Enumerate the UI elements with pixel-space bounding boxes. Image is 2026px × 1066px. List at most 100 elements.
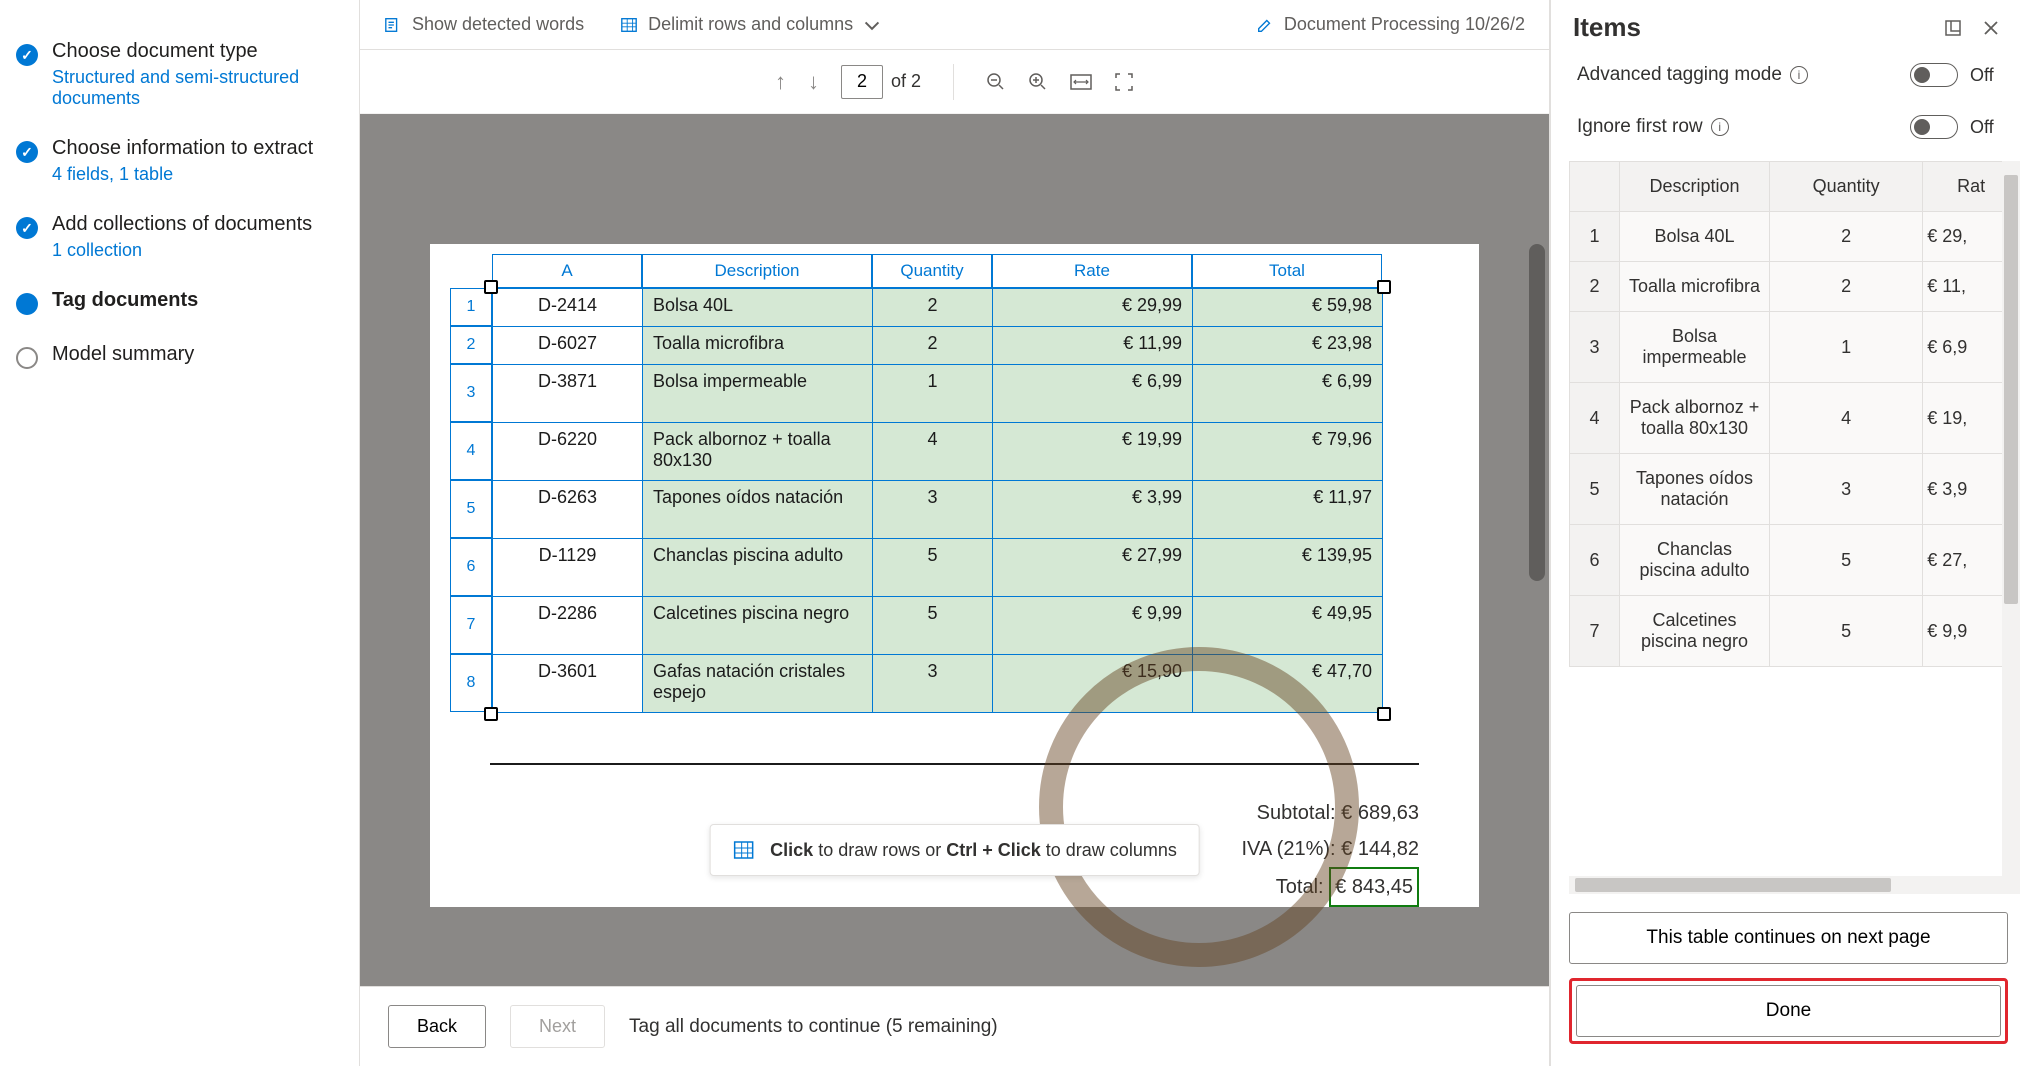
items-cell[interactable]: 5 [1770, 596, 1923, 667]
items-cell[interactable]: 5 [1770, 525, 1923, 596]
items-row[interactable]: 5Tapones oídos natación3€ 3,9 [1570, 454, 2020, 525]
table-cell[interactable]: 3 [873, 481, 993, 539]
advanced-tagging-toggle[interactable] [1910, 63, 1958, 87]
table-cell[interactable]: D-6220 [493, 423, 643, 481]
selection-handle-sw[interactable] [484, 707, 498, 721]
table-cell[interactable]: 2 [873, 327, 993, 365]
table-column-header[interactable]: Total [1192, 254, 1382, 288]
table-cell[interactable]: Toalla microfibra [643, 327, 873, 365]
table-row[interactable]: D-3871Bolsa impermeable1€ 6,99€ 6,99 [493, 365, 1383, 423]
wizard-step[interactable]: Model summary [16, 343, 339, 369]
table-cell[interactable]: € 9,99 [993, 597, 1193, 655]
info-icon[interactable]: i [1711, 118, 1729, 136]
items-cell[interactable]: 1 [1770, 312, 1923, 383]
table-cell[interactable]: € 19,99 [993, 423, 1193, 481]
items-cell[interactable]: Bolsa impermeable [1620, 312, 1770, 383]
table-cell[interactable]: D-3601 [493, 655, 643, 713]
items-column-header[interactable] [1570, 162, 1620, 212]
table-continues-button[interactable]: This table continues on next page [1569, 912, 2008, 964]
table-cell[interactable]: € 29,99 [993, 289, 1193, 327]
table-cell[interactable]: € 49,95 [1193, 597, 1383, 655]
table-row[interactable]: D-1129Chanclas piscina adulto5€ 27,99€ 1… [493, 539, 1383, 597]
table-cell[interactable]: D-2414 [493, 289, 643, 327]
fit-page-icon[interactable] [1114, 72, 1134, 92]
table-cell[interactable]: € 47,70 [1193, 655, 1383, 713]
table-column-header[interactable]: A [492, 254, 642, 288]
popout-icon[interactable] [1940, 15, 1966, 41]
zoom-in-icon[interactable] [1028, 72, 1048, 92]
table-cell[interactable]: Bolsa 40L [643, 289, 873, 327]
table-cell[interactable]: 5 [873, 539, 993, 597]
table-row[interactable]: D-3601Gafas natación cristales espejo3 € … [493, 655, 1383, 713]
items-column-header[interactable]: Quantity [1770, 162, 1923, 212]
items-cell[interactable]: 2 [1770, 262, 1923, 312]
table-row-number[interactable]: 8 [450, 654, 492, 712]
table-row-number[interactable]: 4 [450, 422, 492, 480]
items-cell[interactable]: Chanclas piscina adulto [1620, 525, 1770, 596]
items-row[interactable]: 4Pack albornoz + toalla 80x1304€ 19, [1570, 383, 2020, 454]
table-cell[interactable]: Gafas natación cristales espejo [643, 655, 873, 713]
items-cell[interactable]: Toalla microfibra [1620, 262, 1770, 312]
table-cell[interactable]: 4 [873, 423, 993, 481]
items-row[interactable]: 7Calcetines piscina negro5€ 9,9 [1570, 596, 2020, 667]
table-cell[interactable]: Pack albornoz + toalla 80x130 [643, 423, 873, 481]
table-cell[interactable]: € 11,97 [1193, 481, 1383, 539]
table-cell[interactable]: D-6027 [493, 327, 643, 365]
back-button[interactable]: Back [388, 1005, 486, 1048]
wizard-step[interactable]: Add collections of documents1 collection [16, 213, 339, 261]
items-cell[interactable]: 4 [1770, 383, 1923, 454]
selection-handle-nw[interactable] [484, 280, 498, 294]
table-cell[interactable]: 1 [873, 365, 993, 423]
table-row[interactable]: D-6027Toalla microfibra2€ 11,99€ 23,98 [493, 327, 1383, 365]
table-row[interactable]: D-6220Pack albornoz + toalla 80x1304€ 19… [493, 423, 1383, 481]
wizard-step[interactable]: Tag documents [16, 289, 339, 315]
table-row-number[interactable]: 7 [450, 596, 492, 654]
table-cell[interactable]: Bolsa impermeable [643, 365, 873, 423]
wizard-step[interactable]: Choose document typeStructured and semi-… [16, 40, 339, 109]
table-cell[interactable]: Calcetines piscina negro [643, 597, 873, 655]
items-cell[interactable]: 2 [1770, 212, 1923, 262]
table-cell[interactable]: D-1129 [493, 539, 643, 597]
items-cell[interactable]: 6 [1570, 525, 1620, 596]
table-row-number[interactable]: 5 [450, 480, 492, 538]
table-cell[interactable]: 2 [873, 289, 993, 327]
items-row[interactable]: 1Bolsa 40L2€ 29, [1570, 212, 2020, 262]
items-cell[interactable]: Tapones oídos natación [1620, 454, 1770, 525]
document-title-button[interactable]: Document Processing 10/26/2 [1256, 14, 1525, 35]
table-cell[interactable]: € 6,99 [1193, 365, 1383, 423]
table-column-header[interactable]: Rate [992, 254, 1192, 288]
close-icon[interactable] [1978, 15, 2004, 41]
table-row[interactable]: D-2286Calcetines piscina negro5€ 9,99€ 4… [493, 597, 1383, 655]
items-cell[interactable]: 4 [1570, 383, 1620, 454]
table-cell[interactable]: D-6263 [493, 481, 643, 539]
table-cell[interactable]: 3 [873, 655, 993, 713]
table-cell[interactable]: D-3871 [493, 365, 643, 423]
table-cell[interactable]: 5 [873, 597, 993, 655]
items-row[interactable]: 2Toalla microfibra2€ 11, [1570, 262, 2020, 312]
table-cell[interactable]: € 23,98 [1193, 327, 1383, 365]
table-row-number[interactable]: 2 [450, 326, 492, 364]
items-row[interactable]: 6Chanclas piscina adulto5€ 27, [1570, 525, 2020, 596]
table-cell[interactable]: € 27,99 [993, 539, 1193, 597]
show-detected-words-button[interactable]: Show detected words [384, 14, 584, 35]
table-row[interactable]: D-2414Bolsa 40L2€ 29,99€ 59,98 [493, 289, 1383, 327]
items-cell[interactable]: 7 [1570, 596, 1620, 667]
items-cell[interactable]: Bolsa 40L [1620, 212, 1770, 262]
items-vertical-scrollbar[interactable] [2002, 161, 2020, 876]
items-row[interactable]: 3Bolsa impermeable1€ 6,9 [1570, 312, 2020, 383]
table-cell[interactable]: € 79,96 [1193, 423, 1383, 481]
items-cell[interactable]: 5 [1570, 454, 1620, 525]
table-cell[interactable]: D-2286 [493, 597, 643, 655]
selection-handle-ne[interactable] [1377, 280, 1391, 294]
done-button[interactable]: Done [1576, 985, 2001, 1037]
page-down-icon[interactable]: ↓ [808, 69, 819, 95]
items-cell[interactable]: Calcetines piscina negro [1620, 596, 1770, 667]
table-row-number[interactable]: 6 [450, 538, 492, 596]
page-up-icon[interactable]: ↑ [775, 69, 786, 95]
items-cell[interactable]: 3 [1770, 454, 1923, 525]
table-cell[interactable]: Tapones oídos natación [643, 481, 873, 539]
table-cell[interactable]: Chanclas piscina adulto [643, 539, 873, 597]
canvas-scrollbar[interactable] [1529, 234, 1545, 966]
items-cell[interactable]: 2 [1570, 262, 1620, 312]
table-column-header[interactable]: Description [642, 254, 872, 288]
